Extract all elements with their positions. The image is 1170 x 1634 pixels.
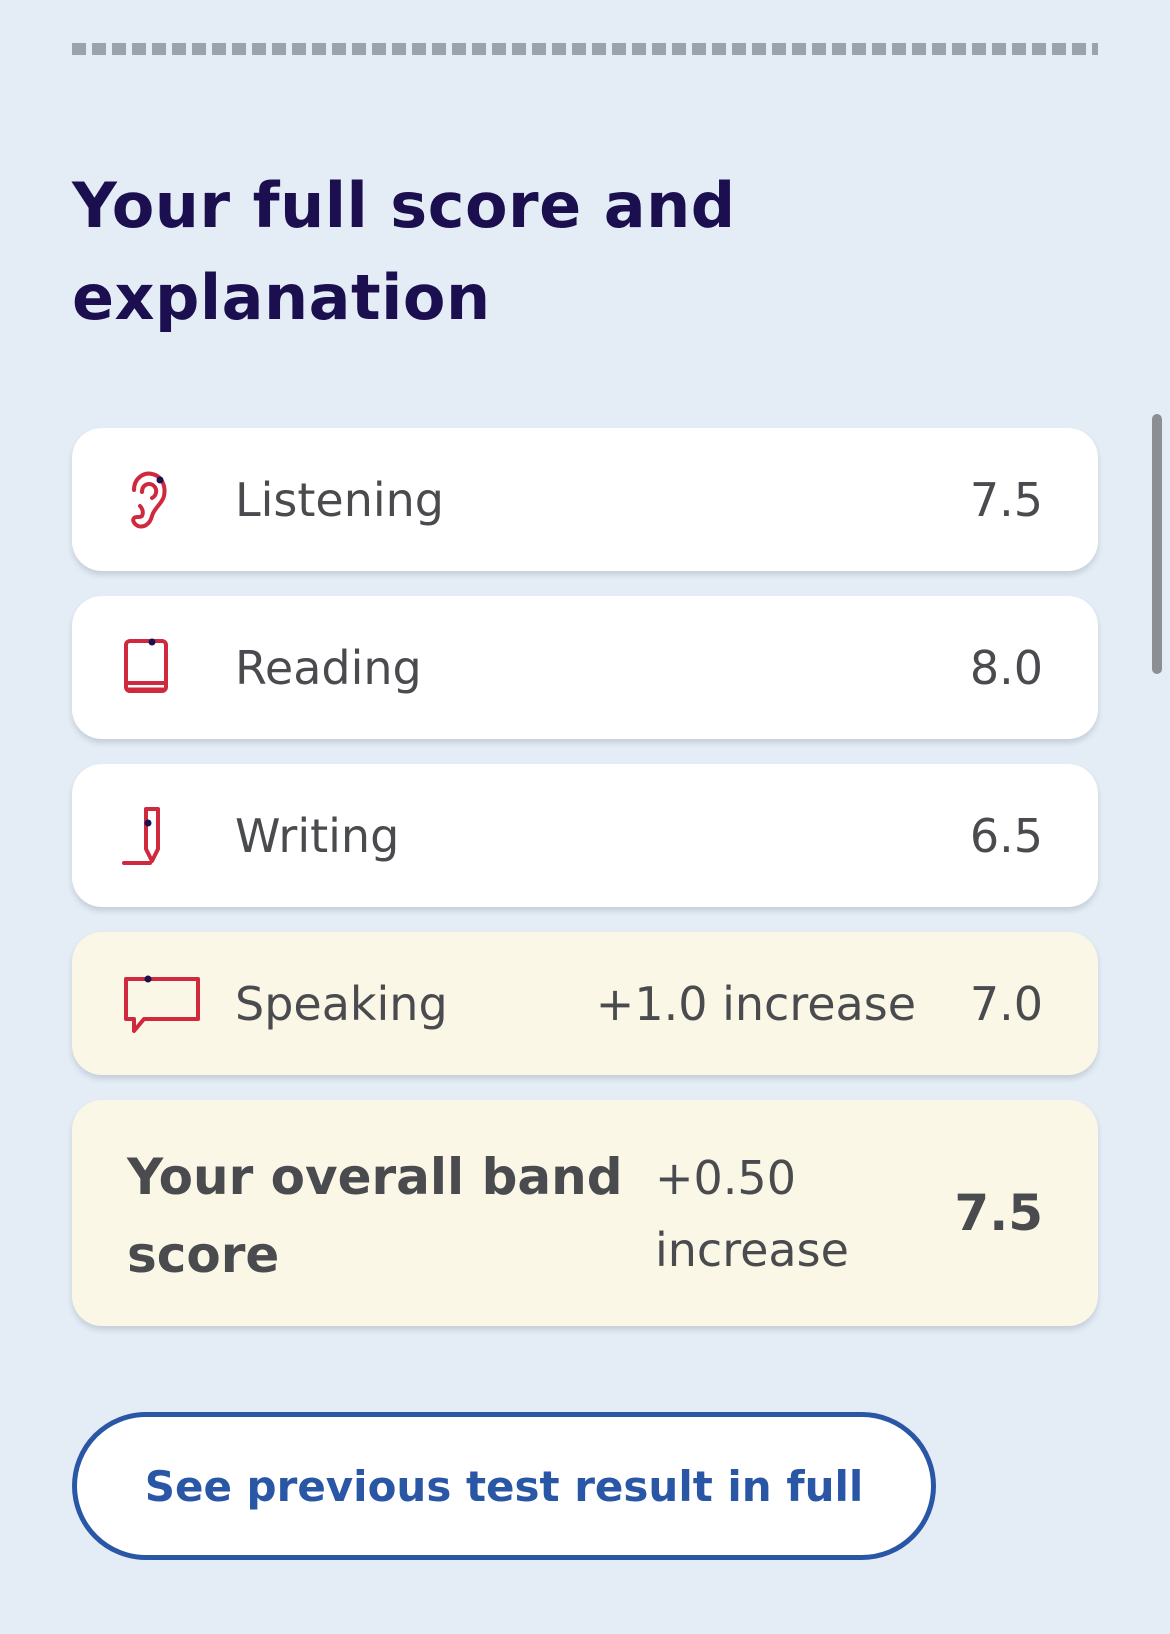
score-value: 7.5 <box>969 472 1043 527</box>
overall-change: +0.50 increase <box>655 1151 849 1277</box>
score-value: 7.0 <box>969 976 1043 1031</box>
score-row-speaking: Speaking +1.0 increase 7.0 <box>72 932 1098 1075</box>
see-previous-result-button[interactable]: See previous test result in full <box>72 1412 936 1560</box>
score-value: 6.5 <box>969 808 1043 863</box>
dotted-divider <box>72 43 1098 55</box>
score-label: Reading <box>235 640 422 695</box>
pencil-icon <box>122 806 160 865</box>
score-label: Listening <box>235 472 444 527</box>
score-label: Writing <box>235 808 400 863</box>
score-row-writing: Writing 6.5 <box>72 764 1098 907</box>
ear-icon <box>131 471 167 528</box>
score-value: 8.0 <box>969 640 1043 695</box>
overall-label: Your overall band score <box>127 1148 623 1284</box>
scrollbar[interactable] <box>1152 414 1162 674</box>
page-title: Your full score and explanation <box>72 169 736 334</box>
score-change: +1.0 increase <box>595 976 916 1031</box>
overall-band-score: Your overall band score +0.50 increase 7… <box>72 1100 1098 1326</box>
book-icon <box>124 638 168 693</box>
score-row-reading: Reading 8.0 <box>72 596 1098 739</box>
score-list: Listening 7.5 Reading 8.0 Writing 6.5 Sp… <box>72 428 1098 1326</box>
speech-bubble-icon <box>124 975 200 1033</box>
overall-value: 7.5 <box>954 1184 1043 1242</box>
score-label: Speaking <box>235 976 448 1031</box>
score-row-listening: Listening 7.5 <box>72 428 1098 571</box>
